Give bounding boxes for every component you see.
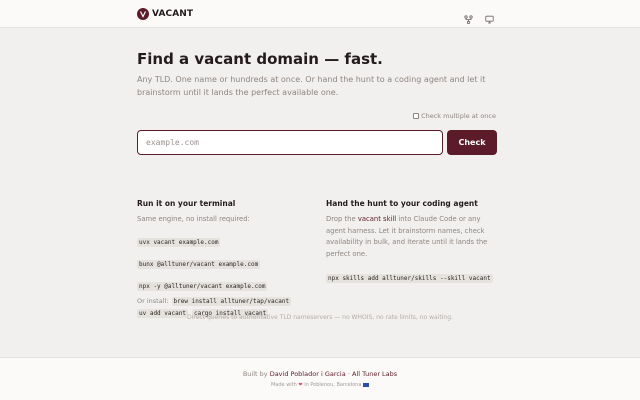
vacant-logo-icon bbox=[137, 8, 149, 20]
terminal-section: Run it on your terminal Same engine, no … bbox=[137, 199, 317, 318]
command-bunx[interactable]: bunx @alltuner/vacant example.com bbox=[137, 259, 261, 269]
header-icons bbox=[464, 9, 494, 25]
install-label: Or install: bbox=[137, 297, 169, 305]
built-by-line: Built by David Poblador i Garcia · All T… bbox=[0, 370, 640, 378]
company-link[interactable]: All Tuner Labs bbox=[352, 370, 397, 378]
made-with-label: Made with bbox=[270, 382, 297, 388]
terminal-heading: Run it on your terminal bbox=[137, 199, 236, 208]
separator: · bbox=[347, 370, 350, 378]
git-branch-icon[interactable] bbox=[464, 9, 473, 25]
checkbox-icon[interactable] bbox=[413, 113, 420, 119]
brand-link[interactable]: VACANT bbox=[137, 7, 193, 21]
agent-heading: Hand the hunt to your coding agent bbox=[326, 199, 478, 208]
author-link[interactable]: David Poblador i Garcia bbox=[270, 370, 346, 378]
footer: Built by David Poblador i Garcia · All T… bbox=[0, 357, 640, 400]
command-skills-add[interactable]: npx skills add alltuner/skills --skill v… bbox=[326, 274, 493, 283]
heart-icon: ❤ bbox=[298, 382, 303, 388]
check-button[interactable]: Check bbox=[447, 130, 497, 155]
agent-text-before: Drop the bbox=[326, 215, 358, 223]
domain-search-input[interactable] bbox=[137, 130, 443, 155]
command-npx[interactable]: npx -y @alltuner/vacant example.com bbox=[137, 281, 268, 291]
agent-description: Drop the vacant skill into Claude Code o… bbox=[326, 214, 496, 260]
eu-flag-icon bbox=[363, 382, 370, 387]
made-in-label: in Poblenou, Barcelona bbox=[304, 382, 362, 388]
command-brew[interactable]: brew install alltuner/tap/vacant bbox=[171, 296, 292, 306]
page-subtitle: Any TLD. One name or hundreds at once. O… bbox=[137, 75, 486, 97]
page-title: Find a vacant domain — fast. bbox=[137, 50, 383, 68]
brand-name: VACANT bbox=[152, 9, 194, 19]
check-multiple-toggle[interactable]: Check multiple at once bbox=[413, 112, 496, 120]
terminal-intro: Same engine, no install required: bbox=[137, 215, 250, 223]
vacant-skill-link[interactable]: vacant skill bbox=[358, 215, 396, 223]
built-by-label: Built by bbox=[242, 370, 268, 378]
monitor-icon[interactable] bbox=[485, 9, 494, 24]
top-bar: VACANT bbox=[0, 0, 640, 28]
made-with-line: Made with ❤ in Poblenou, Barcelona bbox=[0, 382, 640, 388]
check-multiple-label: Check multiple at once bbox=[421, 112, 496, 120]
agent-section: Hand the hunt to your coding agent Drop … bbox=[326, 199, 500, 284]
footnote: Direct queries to authoritative TLD name… bbox=[187, 314, 453, 321]
command-uvx[interactable]: uvx vacant example.com bbox=[137, 237, 221, 247]
